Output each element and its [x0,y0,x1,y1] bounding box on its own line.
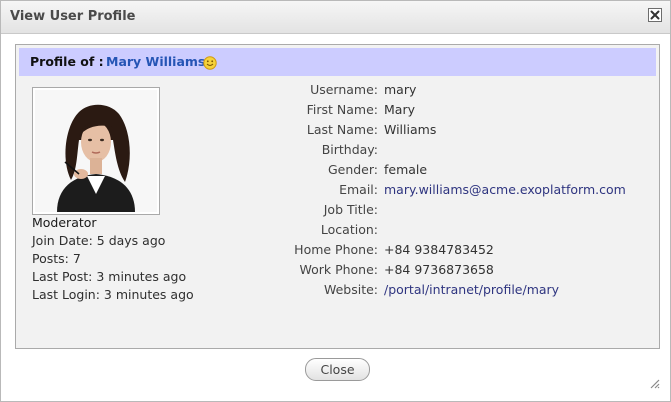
field-row-website: Website: /portal/intranet/profile/mary [267,279,626,299]
birthday-value [384,139,626,159]
close-button[interactable]: Close [305,358,370,381]
work-phone-label: Work Phone: [299,261,378,277]
home-phone-label: Home Phone: [294,241,378,257]
field-row-email: Email: mary.williams@acme.exoplatform.co… [267,179,626,199]
profile-header: Profile of : Mary Williams [19,48,656,76]
field-row-work-phone: Work Phone: +84 9736873658 [267,259,626,279]
last-name-label: Last Name: [306,121,378,137]
username-value: mary [384,81,417,97]
field-row-username: Username: mary [267,79,626,99]
field-row-job-title: Job Title: [267,199,626,219]
username-label: Username: [310,81,378,97]
last-post: Last Post: 3 minutes ago [32,269,187,284]
profile-of-label: Profile of : [30,54,104,69]
posts-count: Posts: 7 [32,251,81,266]
home-phone-value: +84 9384783452 [384,241,494,257]
last-login: Last Login: 3 minutes ago [32,287,194,302]
website-link[interactable]: /portal/intranet/profile/mary [384,282,559,297]
field-row-home-phone: Home Phone: +84 9384783452 [267,239,626,259]
user-stats: Moderator Join Date: 5 days ago Posts: 7… [32,214,194,304]
resize-grip-icon[interactable] [648,377,660,389]
email-label: Email: [339,181,378,197]
website-label: Website: [323,281,378,297]
field-row-first-name: First Name: Mary [267,99,626,119]
work-phone-value: +84 9736873658 [384,261,494,277]
dialog-titlebar[interactable]: View User Profile [1,1,670,34]
profile-panel: Profile of : Mary Williams Moderator Joi… [15,44,660,349]
gender-label: Gender: [327,161,378,177]
dialog-title: View User Profile [10,9,136,24]
profile-name-link[interactable]: Mary Williams [106,54,205,69]
avatar-photo [35,90,157,212]
location-value [384,219,626,239]
first-name-value: Mary [384,101,415,117]
birthday-label: Birthday: [321,141,378,157]
field-row-gender: Gender: female [267,159,626,179]
job-title-value [384,199,626,219]
view-user-profile-dialog: View User Profile Profile of : Mary Will… [0,0,671,402]
smiley-icon [203,56,217,70]
user-role: Moderator [32,215,97,230]
join-date: Join Date: 5 days ago [32,233,166,248]
field-row-location: Location: [267,219,626,239]
avatar [32,87,160,215]
gender-value: female [384,161,428,177]
job-title-label: Job Title: [323,201,378,217]
first-name-label: First Name: [306,101,378,117]
email-link[interactable]: mary.williams@acme.exoplatform.com [384,182,626,197]
close-icon[interactable] [648,8,662,22]
field-row-birthday: Birthday: [267,139,626,159]
field-row-last-name: Last Name: Williams [267,119,626,139]
profile-fields: Username: mary First Name: Mary Last Nam… [267,79,626,299]
location-label: Location: [320,221,378,237]
last-name-value: Williams [384,121,437,137]
